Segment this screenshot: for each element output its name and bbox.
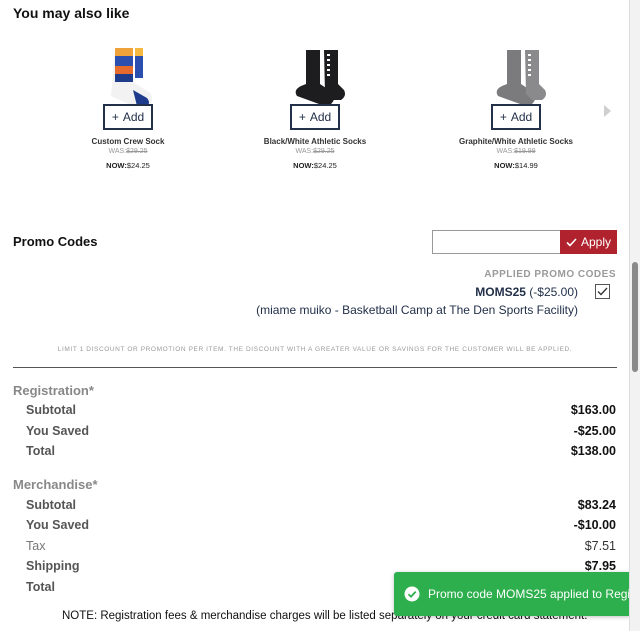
merchandise-tax-label: Tax (26, 539, 46, 553)
registration-subtotal-label: Subtotal (26, 403, 76, 417)
add-label: Add (309, 110, 332, 124)
product-card-custom-crew-sock: + Add Custom Crew Sock WAS:$29.25 NOW:$24… (48, 40, 208, 180)
check-icon (597, 287, 608, 296)
product-card-graphite-white-socks: + Add Graphite/White Athletic Socks WAS:$… (436, 40, 596, 180)
was-value: $29.25 (126, 148, 148, 155)
merchandise-heading: Merchandise* (13, 477, 98, 492)
scrollbar-thumb[interactable] (632, 262, 638, 372)
applied-promo-description: (miame muiko - Basketball Camp at The De… (256, 303, 578, 317)
section-title: You may also like (13, 5, 130, 21)
merchandise-shipping-value: $7.95 (584, 559, 616, 573)
sock-custom-icon[interactable] (93, 46, 163, 110)
carousel-next-icon[interactable] (604, 105, 611, 117)
was-value: $19.99 (514, 148, 536, 155)
add-label: Add (510, 110, 533, 124)
sock-black-icon[interactable] (280, 46, 350, 110)
check-icon (566, 237, 577, 247)
merchandise-saved-value: -$10.00 (573, 518, 616, 532)
applied-promo-code: MOMS25 (-$25.00) (475, 285, 578, 299)
merchandise-total-label: Total (26, 580, 55, 594)
was-value: $29.25 (313, 148, 335, 155)
add-button[interactable]: + Add (491, 104, 541, 130)
apply-promo-button[interactable]: Apply (560, 230, 617, 254)
sock-graphite-icon[interactable] (481, 46, 551, 110)
applied-promo-checkbox[interactable] (595, 284, 610, 299)
add-label: Add (122, 110, 145, 124)
add-button[interactable]: + Add (290, 104, 340, 130)
product-was-price: WAS:$29.25 (235, 148, 395, 155)
product-name[interactable]: Graphite/White Athletic Socks (436, 137, 596, 146)
was-label: WAS: (496, 148, 515, 155)
was-label: WAS: (108, 148, 127, 155)
promo-codes-title: Promo Codes (13, 234, 98, 249)
product-was-price: WAS:$19.99 (436, 148, 596, 155)
registration-saved-label: You Saved (26, 424, 89, 438)
check-circle-icon (404, 586, 420, 602)
registration-subtotal-value: $163.00 (570, 403, 616, 417)
product-now-price: NOW:$24.25 (48, 161, 208, 170)
applied-promo-heading: APPLIED PROMO CODES (484, 269, 616, 280)
now-value: $14.99 (514, 161, 538, 170)
now-value: $24.25 (313, 161, 337, 170)
now-value: $24.25 (126, 161, 150, 170)
merchandise-tax-value: $7.51 (584, 539, 616, 553)
add-button[interactable]: + Add (103, 104, 153, 130)
plus-icon: + (298, 110, 306, 124)
registration-heading: Registration* (13, 383, 94, 398)
product-was-price: WAS:$29.25 (48, 148, 208, 155)
merchandise-saved-label: You Saved (26, 518, 89, 532)
applied-code-amount: (-$25.00) (529, 285, 578, 299)
registration-total-label: Total (26, 444, 55, 458)
merchandise-shipping-label: Shipping (26, 559, 80, 573)
product-name[interactable]: Custom Crew Sock (48, 137, 208, 146)
merchandise-subtotal-label: Subtotal (26, 498, 76, 512)
now-label: NOW: (106, 161, 127, 170)
apply-label: Apply (580, 235, 611, 249)
now-label: NOW: (293, 161, 314, 170)
product-card-black-white-socks: + Add Black/White Athletic Socks WAS:$29.… (235, 40, 395, 180)
plus-icon: + (111, 110, 119, 124)
toast-message: Promo code MOMS25 applied to Registi (428, 587, 630, 601)
promo-applied-toast[interactable]: Promo code MOMS25 applied to Registi (394, 572, 630, 616)
registration-saved-value: -$25.00 (573, 424, 616, 438)
plus-icon: + (499, 110, 507, 124)
divider (13, 367, 617, 368)
product-now-price: NOW:$14.99 (436, 161, 596, 170)
registration-total-value: $138.00 (570, 444, 616, 458)
now-label: NOW: (494, 161, 515, 170)
promo-code-input[interactable] (432, 230, 566, 254)
promo-limit-note: LIMIT 1 DISCOUNT OR PROMOTION PER ITEM. … (57, 346, 573, 353)
merchandise-subtotal-value: $83.24 (577, 498, 616, 512)
product-name[interactable]: Black/White Athletic Socks (235, 137, 395, 146)
was-label: WAS: (295, 148, 314, 155)
product-now-price: NOW:$24.25 (235, 161, 395, 170)
applied-code-name: MOMS25 (475, 285, 526, 299)
